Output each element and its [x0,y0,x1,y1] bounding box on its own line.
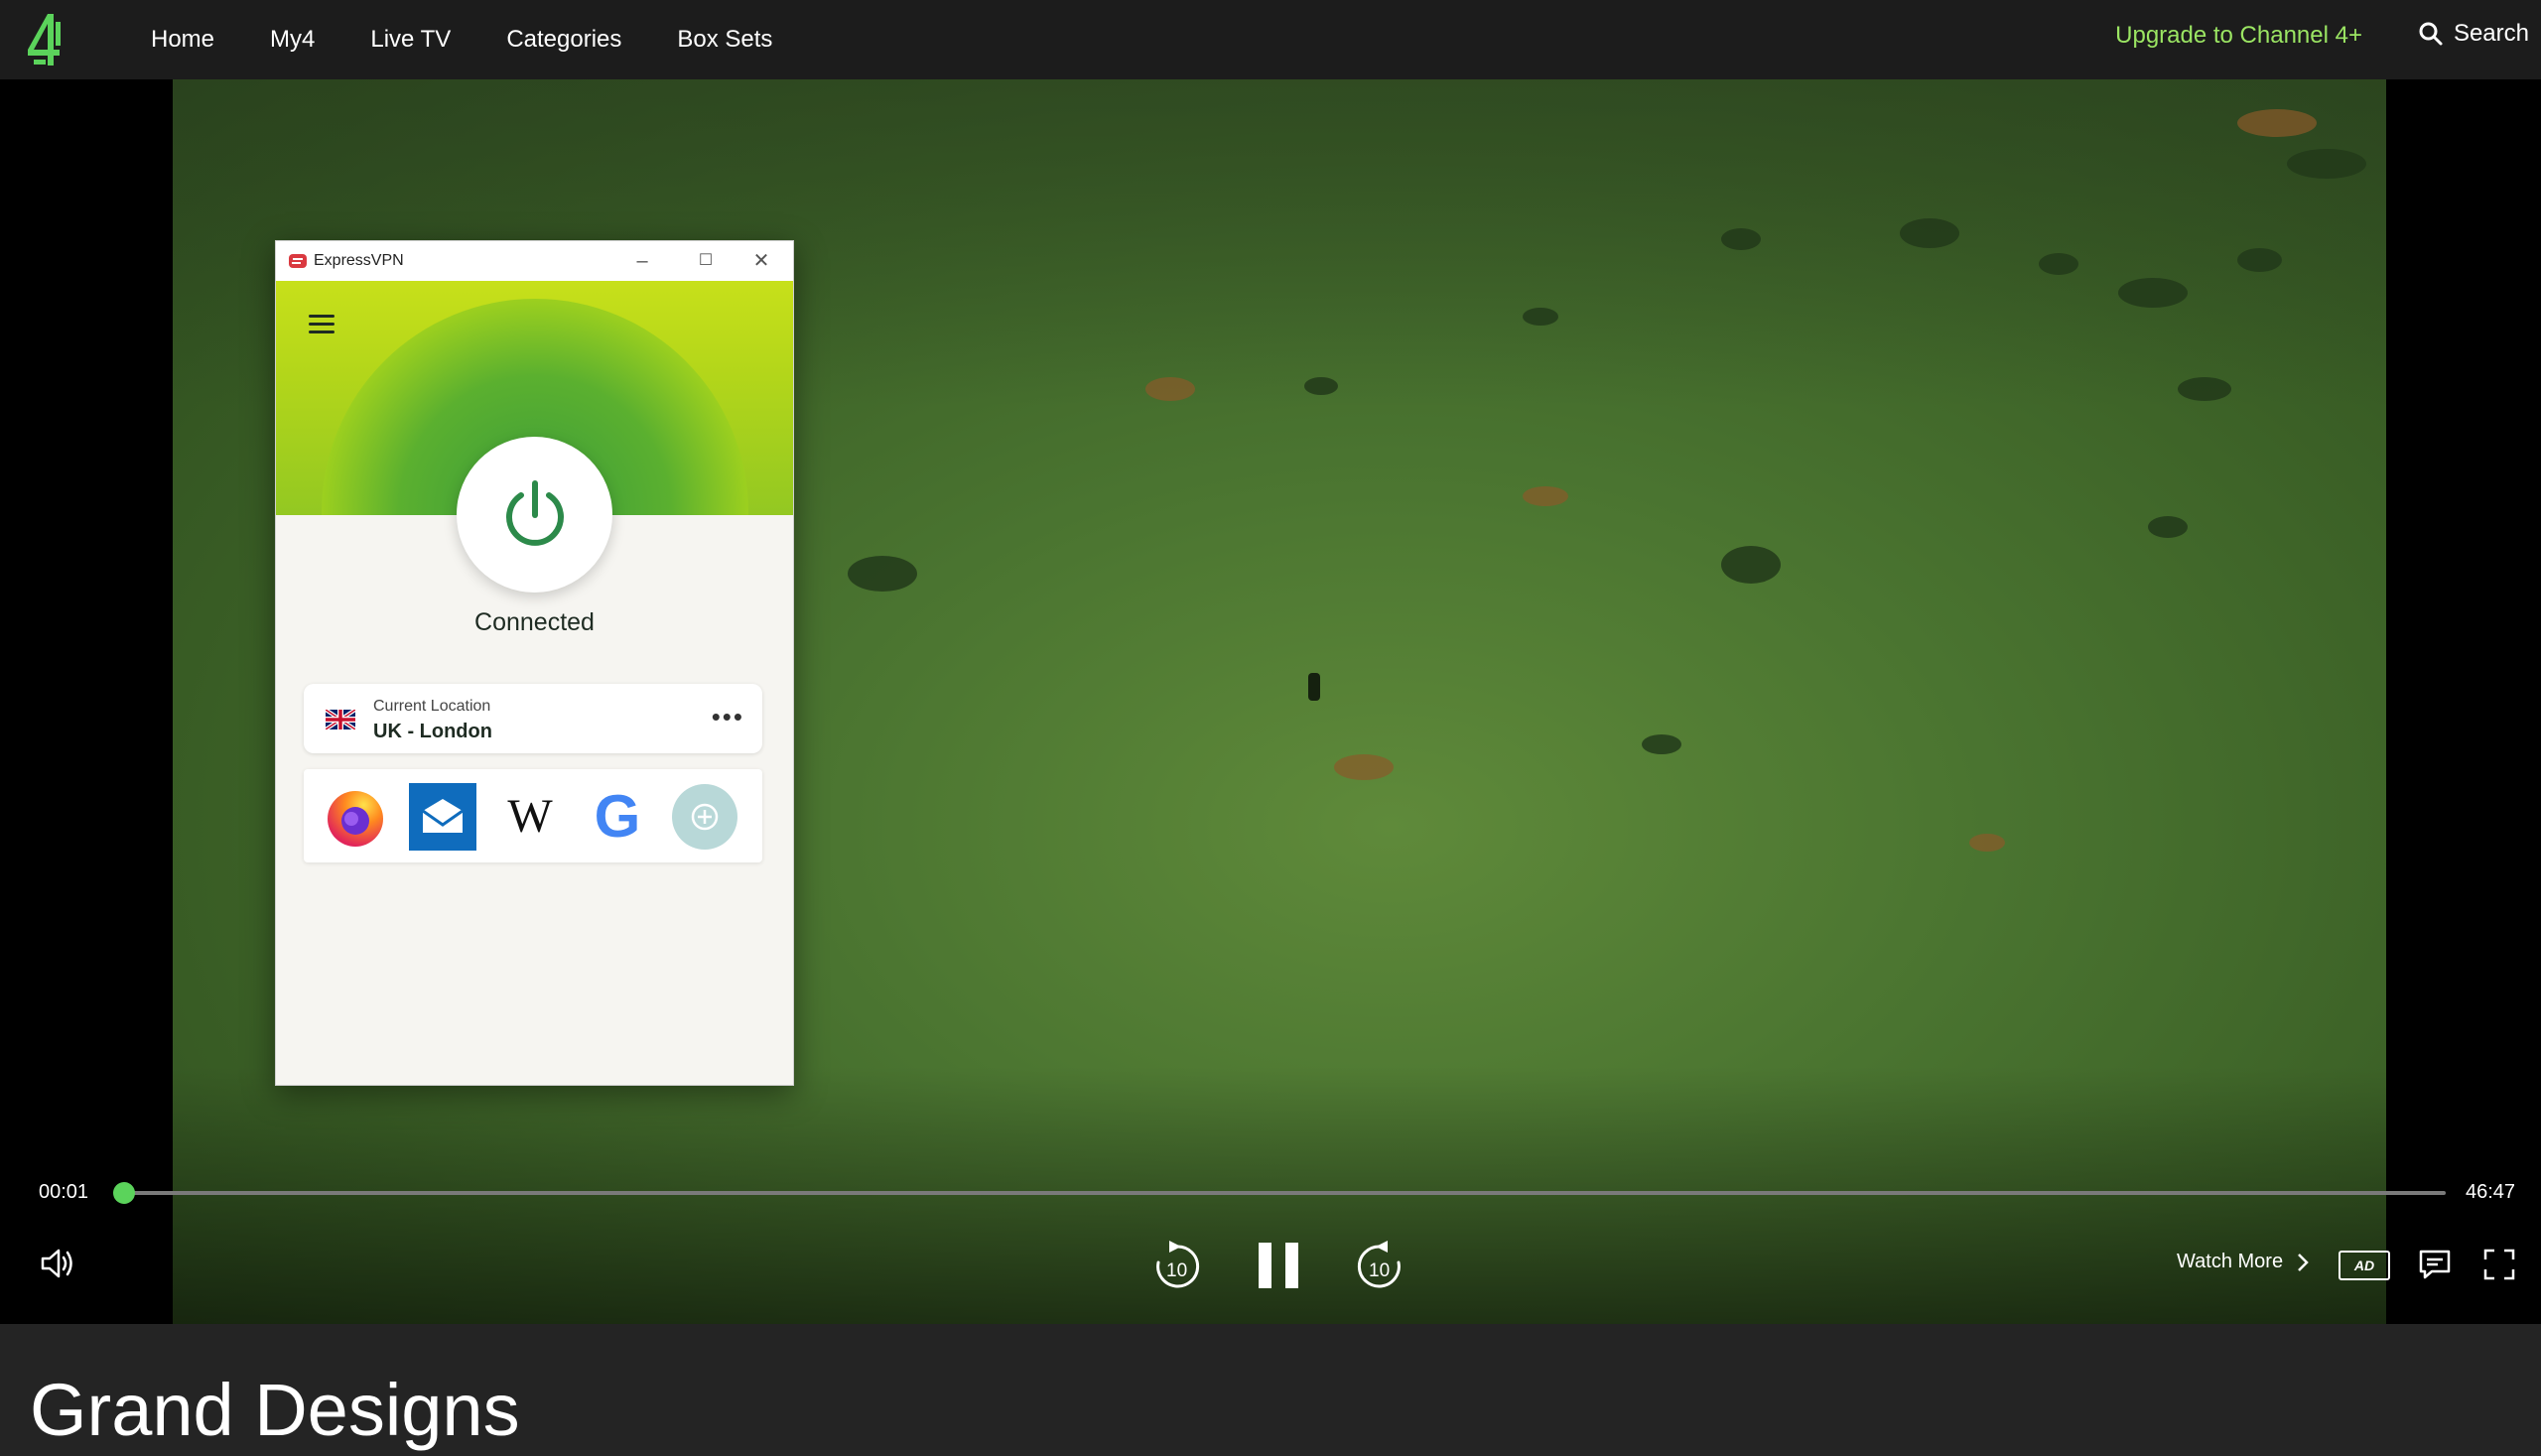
expressvpn-window[interactable]: ExpressVPN – ☐ ✕ Connected Current Locat… [275,240,794,1086]
wikipedia-icon[interactable]: W [496,783,564,851]
nav-home[interactable]: Home [151,26,214,54]
location-value: UK - London [373,721,492,742]
search-button[interactable]: Search [2418,20,2529,48]
location-label: Current Location [373,698,491,715]
mail-icon[interactable] [409,783,476,851]
video-scenery [1969,834,2005,852]
show-info: Grand Designs [0,1324,2541,1456]
audio-description-label: AD [2353,1257,2375,1273]
video-scenery [1721,546,1781,584]
connection-status: Connected [474,608,595,636]
firefox-icon[interactable] [322,783,389,851]
google-icon[interactable]: G [584,783,651,851]
current-time: 00:01 [39,1181,89,1203]
video-scenery [1145,377,1195,401]
maximize-icon[interactable]: ☐ [692,247,720,275]
nav-categories[interactable]: Categories [506,26,621,54]
video-scenery [2287,149,2366,179]
pause-icon[interactable] [1255,1241,1302,1290]
subtitles-icon[interactable] [2418,1249,2452,1280]
video-scenery [1523,308,1558,326]
close-icon[interactable]: ✕ [747,247,775,275]
volume-icon[interactable] [40,1247,77,1280]
skip-back-button[interactable]: 10 [1151,1239,1203,1294]
add-shortcut-icon[interactable] [671,783,738,851]
vpn-window-title: ExpressVPN [314,252,404,269]
channel4-logo-icon[interactable] [24,12,69,67]
menu-icon[interactable] [309,315,334,334]
skip-back-label: 10 [1166,1260,1188,1281]
top-nav: Home My4 Live TV Categories Box Sets Upg… [0,0,2541,79]
video-scenery [2237,109,2317,137]
power-icon [505,479,564,546]
watch-more-button[interactable]: Watch More [2177,1251,2309,1273]
upgrade-link[interactable]: Upgrade to Channel 4+ [2115,22,2362,50]
video-scenery [2237,248,2282,272]
show-title: Grand Designs [30,1369,520,1451]
video-person [1308,673,1320,701]
duration-time: 46:47 [2466,1181,2516,1203]
power-button[interactable] [457,437,612,593]
progress-handle[interactable] [112,1182,135,1204]
audio-description-button[interactable]: AD [2339,1251,2390,1280]
video-scenery [1334,754,1394,780]
current-location-card[interactable]: Current Location UK - London ••• [304,684,762,753]
video-scenery [848,556,917,592]
video-scenery [2118,278,2188,308]
location-more-icon[interactable]: ••• [712,702,744,732]
video-scenery [1523,486,1568,506]
minimize-icon[interactable]: – [628,247,656,275]
search-icon [2419,22,2443,46]
video-scenery [2178,377,2231,401]
video-scenery [1721,228,1761,250]
nav-links: Home My4 Live TV Categories Box Sets [151,0,828,79]
video-scenery [1304,377,1338,395]
video-scenery [2148,516,2188,538]
video-scenery [1900,218,1959,248]
expressvpn-logo-icon [289,254,307,268]
app-shortcuts: W G [304,769,762,862]
search-label: Search [2453,20,2529,47]
nav-my4[interactable]: My4 [270,26,315,54]
vpn-titlebar[interactable]: ExpressVPN – ☐ ✕ [276,241,793,281]
skip-forward-button[interactable]: 10 [1354,1239,1405,1294]
skip-forward-label: 10 [1369,1260,1391,1281]
video-scenery [2039,253,2078,275]
chevron-right-icon [2298,1253,2309,1271]
nav-box-sets[interactable]: Box Sets [677,26,772,54]
uk-flag-icon [326,710,355,729]
video-scenery [1642,734,1681,754]
fullscreen-icon[interactable] [2483,1249,2515,1280]
progress-bar[interactable] [112,1182,2446,1204]
nav-live-tv[interactable]: Live TV [370,26,451,54]
watch-more-label: Watch More [2177,1251,2284,1272]
